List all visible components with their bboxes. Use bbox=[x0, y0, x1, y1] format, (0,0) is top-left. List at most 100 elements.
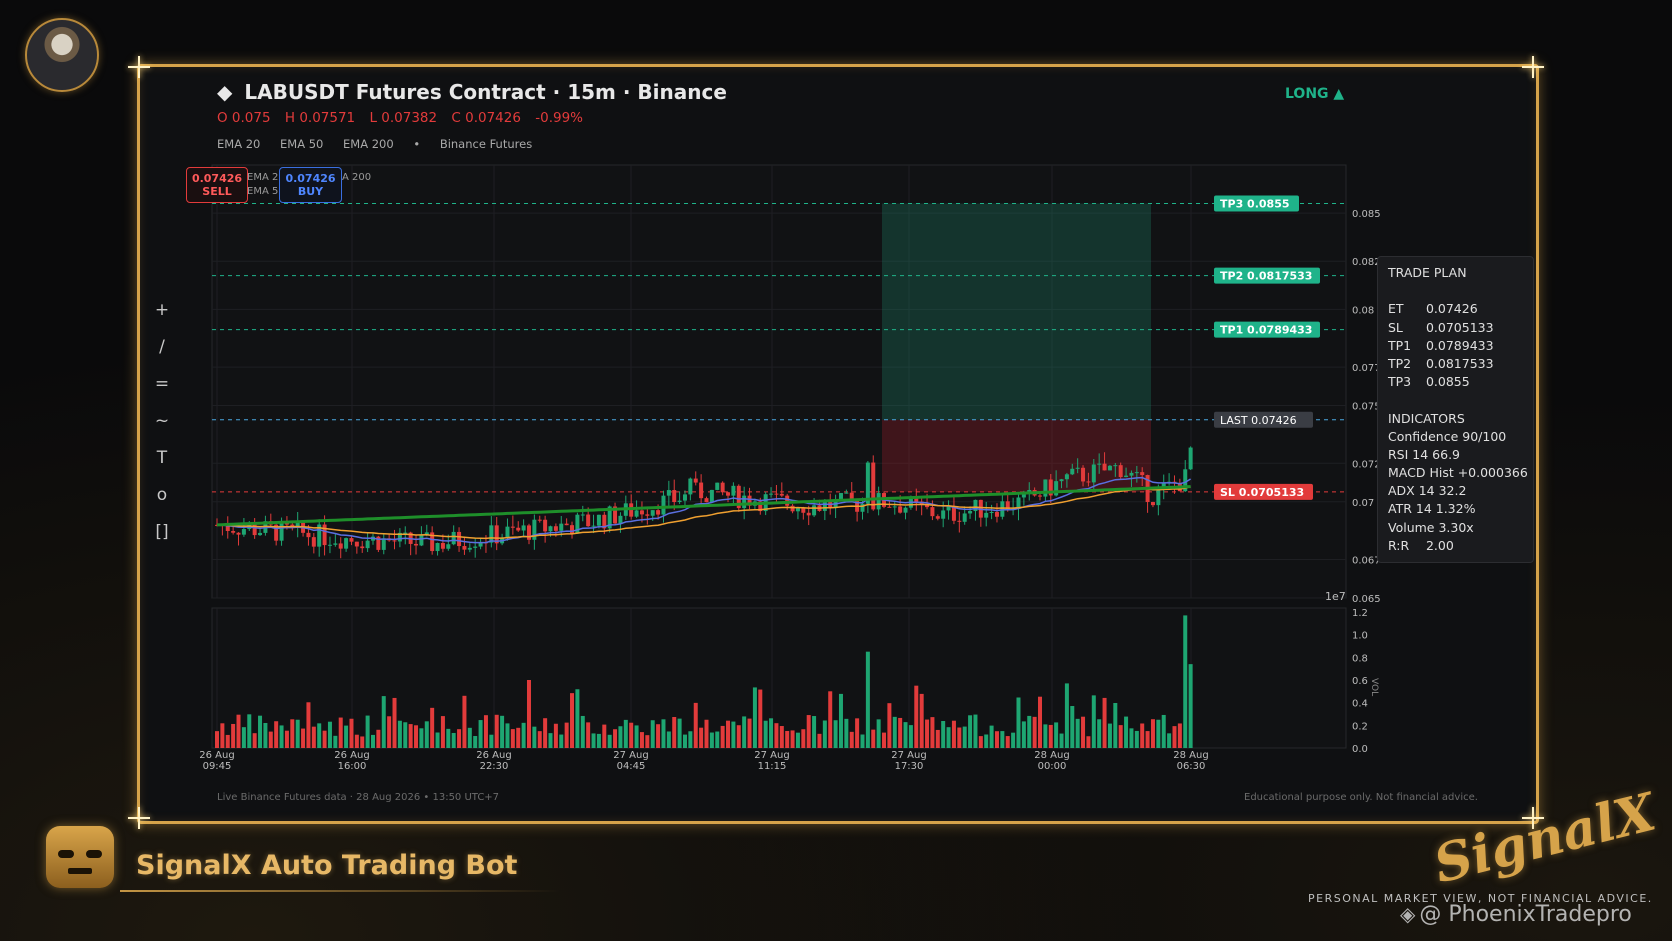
volume-tick-label: 1.2 bbox=[1352, 608, 1368, 619]
volume-bar bbox=[1167, 733, 1172, 748]
candle-body bbox=[1129, 472, 1134, 476]
volume-bar bbox=[682, 734, 687, 748]
candle-body bbox=[344, 538, 349, 549]
trade-plan-key: ET bbox=[1388, 301, 1404, 317]
x-tick-label: 27 Aug bbox=[754, 750, 789, 761]
indicator-value: 32.2 bbox=[1434, 483, 1467, 499]
volume-bar bbox=[613, 729, 618, 748]
candle-body bbox=[785, 495, 790, 506]
robot-logo-icon bbox=[46, 826, 114, 888]
volume-bar bbox=[828, 691, 833, 748]
volume-bar bbox=[1150, 719, 1155, 748]
candle-body bbox=[327, 544, 332, 546]
sell-button[interactable]: 0.07426 SELL bbox=[186, 167, 248, 203]
candle-body bbox=[769, 493, 774, 495]
volume-bar bbox=[779, 726, 784, 748]
volume-bar bbox=[903, 722, 908, 748]
trade-plan-value: 0.0705133 bbox=[1422, 319, 1494, 335]
volume-bar bbox=[1081, 716, 1086, 748]
volume-bar bbox=[1118, 725, 1123, 748]
volume-bar bbox=[349, 718, 354, 748]
candle-body bbox=[650, 510, 655, 516]
candle-body bbox=[548, 526, 553, 532]
volume-bar bbox=[1134, 730, 1139, 748]
candle-body bbox=[1188, 447, 1193, 470]
volume-bar bbox=[747, 718, 752, 748]
trade-plan-key: TP1 bbox=[1388, 337, 1412, 353]
candle-body bbox=[1038, 495, 1043, 497]
trade-plan-key: TP3 bbox=[1388, 374, 1412, 390]
candle-body bbox=[865, 462, 870, 504]
candle-body bbox=[1134, 472, 1139, 474]
volume-bar bbox=[838, 693, 843, 748]
candle-body bbox=[564, 523, 569, 526]
candle-body bbox=[467, 547, 472, 550]
volume-bar bbox=[473, 736, 478, 748]
volume-bar bbox=[478, 720, 483, 748]
x-tick-label: 28 Aug bbox=[1034, 750, 1069, 761]
last-tag-label: LAST 0.07426 bbox=[1220, 414, 1297, 427]
volume-bar bbox=[752, 687, 757, 748]
candle-body bbox=[693, 478, 698, 483]
candle-body bbox=[984, 512, 989, 518]
volume-bar bbox=[220, 723, 225, 748]
volume-bar bbox=[440, 716, 445, 748]
trade-plan-value: 0.0855 bbox=[1422, 374, 1470, 390]
candle-body bbox=[876, 493, 881, 510]
volume-bar bbox=[661, 719, 666, 748]
volume-bar bbox=[650, 720, 655, 748]
candle-body bbox=[699, 482, 704, 499]
x-tick-label: 28 Aug bbox=[1173, 750, 1208, 761]
bot-underline bbox=[120, 890, 560, 892]
volume-bar bbox=[1005, 736, 1010, 748]
candle-body bbox=[1075, 467, 1080, 469]
candle-body bbox=[1097, 463, 1102, 465]
volume-bar bbox=[984, 734, 989, 748]
candle-body bbox=[440, 543, 445, 549]
volume-bar bbox=[327, 721, 332, 748]
candle-body bbox=[801, 507, 806, 513]
volume-bar bbox=[1016, 697, 1021, 748]
watermark-text: @ PhoenixTradepro bbox=[1419, 902, 1632, 927]
volume-bar bbox=[338, 717, 343, 748]
indicator-row: ADX 14 32.2 bbox=[1388, 483, 1523, 501]
volume-bar bbox=[957, 727, 962, 748]
volume-bar bbox=[672, 717, 677, 748]
volume-bar bbox=[236, 714, 241, 748]
volume-bar bbox=[704, 719, 709, 748]
volume-bar bbox=[962, 726, 967, 748]
candle-body bbox=[580, 514, 585, 516]
tp1-tag-label: TP1 0.0789433 bbox=[1220, 324, 1312, 337]
volume-bar bbox=[876, 719, 881, 748]
buy-button[interactable]: 0.07426 BUY bbox=[279, 167, 342, 203]
candle-body bbox=[236, 532, 241, 535]
candle-body bbox=[672, 490, 677, 502]
candle-body bbox=[704, 498, 709, 503]
volume-bar bbox=[817, 733, 822, 748]
tp2-tag-label: TP2 0.0817533 bbox=[1220, 270, 1312, 283]
volume-bar bbox=[720, 725, 725, 748]
candle-body bbox=[537, 519, 542, 521]
trade-plan-row: ET 0.07426 bbox=[1388, 301, 1523, 319]
candle-body bbox=[903, 507, 908, 513]
trade-plan-key: TP2 bbox=[1388, 355, 1412, 371]
volume-bar bbox=[215, 731, 219, 748]
candle-body bbox=[231, 531, 236, 533]
volume-bar bbox=[564, 722, 569, 748]
volume-bar bbox=[1124, 716, 1129, 748]
trade-plan-panel: TRADE PLAN ET 0.07426 SL 0.0705133 TP1 0.0… bbox=[1377, 256, 1534, 563]
volume-bar bbox=[596, 733, 601, 748]
volume-bar bbox=[914, 685, 919, 748]
volume-bar bbox=[849, 731, 854, 748]
volume-bar bbox=[376, 729, 381, 748]
data-source-note: Live Binance Futures data · 28 Aug 2026 … bbox=[217, 792, 500, 803]
indicator-value: 90/100 bbox=[1458, 428, 1507, 444]
volume-bar bbox=[1172, 726, 1177, 748]
candle-body bbox=[392, 540, 397, 542]
volume-bar bbox=[591, 733, 596, 748]
candle-body bbox=[887, 506, 892, 508]
candle-body bbox=[688, 478, 693, 495]
candle-body bbox=[306, 532, 311, 538]
indicator-key: ATR 14 bbox=[1388, 501, 1432, 517]
volume-bar bbox=[871, 729, 876, 748]
